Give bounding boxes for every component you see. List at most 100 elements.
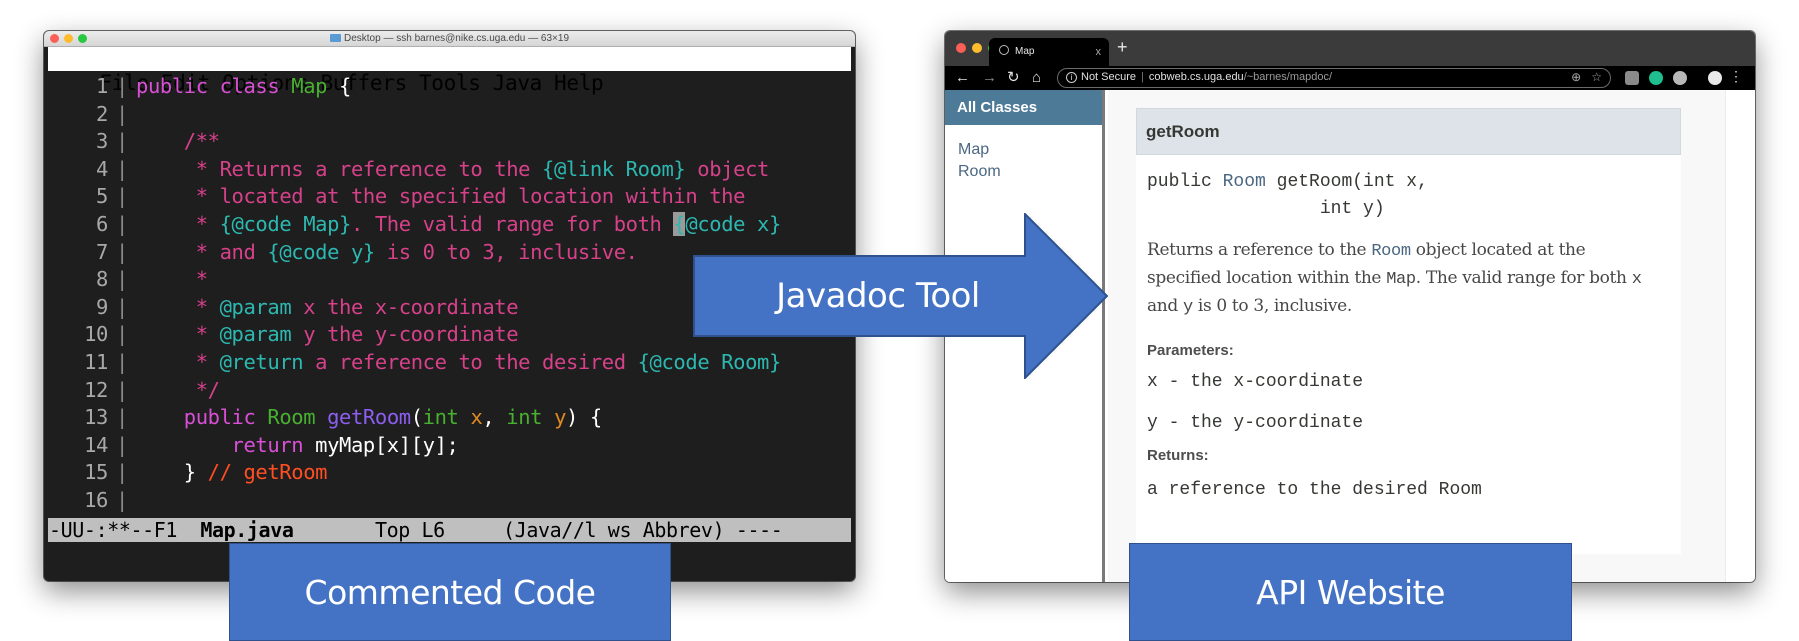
close-window-button[interactable] xyxy=(50,34,59,43)
more-menu-icon[interactable]: ⋮ xyxy=(1729,68,1743,85)
code-token: getRoom xyxy=(327,405,411,430)
class-link-map[interactable]: Map xyxy=(958,139,1102,161)
menu-tools[interactable]: Tools xyxy=(419,71,481,95)
line-number: 15 xyxy=(84,460,108,485)
parameter-y: y - the y-coordinate xyxy=(1147,413,1364,433)
code-token: // getRoom xyxy=(207,460,328,485)
desc-text: and xyxy=(1147,296,1183,316)
window-controls xyxy=(50,34,87,43)
line-number: 13 xyxy=(84,405,108,430)
code-token: a reference to the desired xyxy=(303,349,638,374)
emacs-modeline: -UU-:**--F1 Map.java Top L6 (Java//l ws … xyxy=(48,518,851,542)
minimize-window-button[interactable] xyxy=(972,43,982,53)
extension-icon[interactable] xyxy=(1625,71,1639,85)
terminal-titlebar: Desktop — ssh barnes@nike.cs.uga.edu — 6… xyxy=(44,31,855,47)
code-token: @param xyxy=(219,322,292,347)
code-token: * xyxy=(195,322,220,347)
line-number: 5 xyxy=(96,184,108,209)
code-token: @param xyxy=(219,294,292,319)
close-tab-icon[interactable]: x xyxy=(1096,38,1102,66)
code-token: * xyxy=(195,294,220,319)
code-line: 13 | public Room getRoom(int x, int y) { xyxy=(44,404,855,432)
menu-help[interactable]: Help xyxy=(554,71,604,95)
zoom-icon[interactable]: ⊕ xyxy=(1571,70,1581,84)
browser-toolbar: ← → ↻ ⌂ i Not Secure | cobweb.cs.uga.edu/~b… xyxy=(945,66,1755,90)
code-token: {@link Room} xyxy=(542,156,686,181)
gutter-divider: | xyxy=(116,349,128,374)
code-token: * and xyxy=(195,239,268,264)
gutter-divider: | xyxy=(116,294,128,319)
parameters-label: Parameters: xyxy=(1147,342,1234,359)
gutter-divider: | xyxy=(116,377,128,402)
home-icon[interactable]: ⌂ xyxy=(1032,68,1041,88)
code-token: ( xyxy=(410,405,423,430)
forward-arrow-icon[interactable]: → xyxy=(982,68,997,88)
address-bar[interactable]: i Not Secure | cobweb.cs.uga.edu/~barnes/ma… xyxy=(1057,68,1611,88)
class-link-room[interactable]: Room xyxy=(958,161,1102,183)
modeline-mode: (Java//l ws Abbrev) ---- xyxy=(503,518,783,542)
tab-map[interactable]: Map x xyxy=(989,38,1109,66)
zoom-window-button[interactable] xyxy=(78,34,87,43)
api-website-label: API Website xyxy=(1129,543,1572,641)
gutter-divider: | xyxy=(116,211,128,236)
desc-text: is 0 to 3, inclusive. xyxy=(1192,296,1352,316)
code-token: , xyxy=(482,405,507,430)
code-token: /** xyxy=(183,129,220,154)
grammarly-icon[interactable] xyxy=(1649,71,1663,85)
room-link[interactable]: Room xyxy=(1371,242,1411,261)
line-number: 16 xyxy=(84,487,108,512)
code-token: public class xyxy=(136,74,292,98)
modeline-status: -UU-:**--F1 xyxy=(49,518,201,542)
code-line: 4 | * Returns a reference to the {@link R… xyxy=(44,156,855,184)
globe-icon xyxy=(999,45,1009,55)
code-token: Room xyxy=(267,405,328,430)
bookmark-star-icon[interactable]: ☆ xyxy=(1591,70,1602,84)
info-icon[interactable]: i xyxy=(1066,72,1077,83)
code-line: 12 | */ xyxy=(44,377,855,405)
line-number: 4 xyxy=(96,156,108,181)
code-line: 16 | xyxy=(44,487,855,515)
terminal-title: Desktop — ssh barnes@nike.cs.uga.edu — 6… xyxy=(344,33,569,44)
back-arrow-icon[interactable]: ← xyxy=(955,68,970,88)
line-number: 7 xyxy=(96,239,108,264)
reload-icon[interactable]: ↻ xyxy=(1007,68,1020,88)
url-path: /~barnes/mapdoc/ xyxy=(1243,71,1333,83)
gutter-divider: | xyxy=(116,156,128,181)
code-line: 14 | return myMap[x][y]; xyxy=(44,432,855,460)
returns-value: a reference to the desired Room xyxy=(1147,480,1482,500)
code-token: is 0 to 3, inclusive. xyxy=(374,239,638,264)
line-number: 6 xyxy=(96,211,108,236)
code-token: . The valid range for both xyxy=(350,211,674,236)
new-tab-button[interactable]: + xyxy=(1117,37,1128,58)
gutter-divider: | xyxy=(116,74,128,98)
desc-code: y xyxy=(1182,298,1193,317)
line-number: 11 xyxy=(84,349,108,374)
menu-java[interactable]: Java xyxy=(493,71,543,95)
url-host: cobweb.cs.uga.edu xyxy=(1148,71,1244,83)
gutter-divider: | xyxy=(116,267,128,292)
signature-name-params: getRoom(int x, xyxy=(1265,172,1428,192)
tab-title: Map xyxy=(1015,46,1035,57)
minimize-window-button[interactable] xyxy=(64,34,73,43)
gutter-divider: | xyxy=(116,184,128,209)
line-number: 2 xyxy=(96,101,108,126)
method-name: getRoom xyxy=(1136,108,1681,155)
signature-return-type-link[interactable]: Room xyxy=(1223,172,1266,192)
close-window-button[interactable] xyxy=(956,43,966,53)
folder-icon xyxy=(330,34,341,42)
line-number: 10 xyxy=(84,322,108,347)
code-token: object xyxy=(685,156,769,181)
extension-icon[interactable] xyxy=(1673,71,1687,85)
code-token: * Returns a reference to the xyxy=(195,156,543,181)
profile-avatar[interactable] xyxy=(1708,71,1722,85)
code-token: ) { xyxy=(566,405,602,430)
code-token: x the x-coordinate xyxy=(291,294,519,319)
code-token: int xyxy=(422,405,471,430)
gutter-divider: | xyxy=(116,101,128,126)
method-description: Returns a reference to the Room object l… xyxy=(1136,223,1681,321)
